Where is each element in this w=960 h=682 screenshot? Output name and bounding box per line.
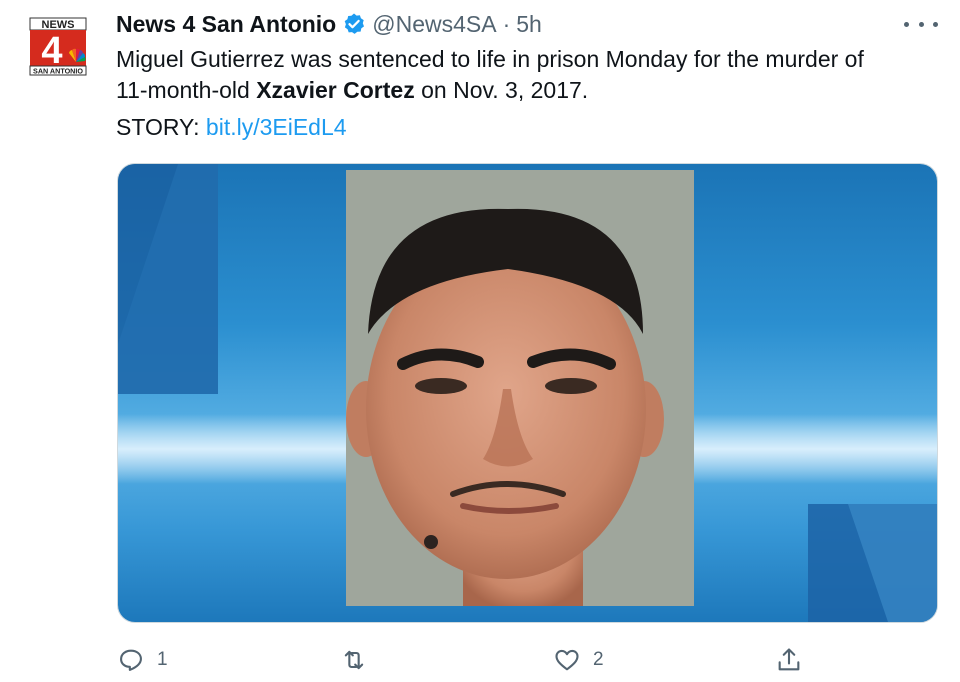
retweet-button[interactable] xyxy=(340,643,380,677)
story-label: STORY: xyxy=(116,114,206,140)
tweet-text-line2-post: on Nov. 3, 2017. xyxy=(414,77,589,103)
tweet-text-line2-pre: 11-month-old xyxy=(116,77,257,103)
verified-badge-icon xyxy=(344,13,365,34)
victim-name: Xzavier Cortez xyxy=(256,77,415,103)
avatar[interactable]: NEWS 4 SAN ANTONIO xyxy=(28,16,88,76)
share-icon xyxy=(778,648,800,671)
mugshot-image xyxy=(118,164,937,622)
author-name[interactable]: News 4 San Antonio xyxy=(116,11,336,38)
tweet-text-line1: Miguel Gutierrez was sentenced to life i… xyxy=(116,46,864,72)
share-button[interactable] xyxy=(775,643,803,677)
like-count: 2 xyxy=(593,649,604,670)
news4-logo: NEWS 4 SAN ANTONIO xyxy=(28,16,88,76)
retweet-icon xyxy=(344,650,364,670)
like-button[interactable]: 2 xyxy=(553,643,604,677)
tweet-text-line2: 11-month-old Xzavier Cortez on Nov. 3, 2… xyxy=(116,75,936,106)
reply-count: 1 xyxy=(157,649,168,670)
logo-bottom-text: SAN ANTONIO xyxy=(33,67,83,76)
like-icon xyxy=(555,649,579,671)
tweet-timestamp[interactable]: 5h xyxy=(516,11,542,38)
separator-dot: · xyxy=(502,10,511,37)
author-handle[interactable]: @News4SA xyxy=(372,11,496,38)
tweet-header: News 4 San Antonio @News4SA · 5h xyxy=(116,6,542,42)
more-options-icon[interactable] xyxy=(904,12,938,36)
tweet-text: Miguel Gutierrez was sentenced to life i… xyxy=(116,44,936,106)
story-link[interactable]: bit.ly/3EiEdL4 xyxy=(206,114,347,140)
story-line: STORY: bit.ly/3EiEdL4 xyxy=(116,112,347,143)
tweet-media[interactable] xyxy=(117,163,938,623)
tweet-actions: 1 2 xyxy=(0,643,960,677)
reply-icon xyxy=(120,649,142,671)
reply-button[interactable]: 1 xyxy=(117,643,168,677)
